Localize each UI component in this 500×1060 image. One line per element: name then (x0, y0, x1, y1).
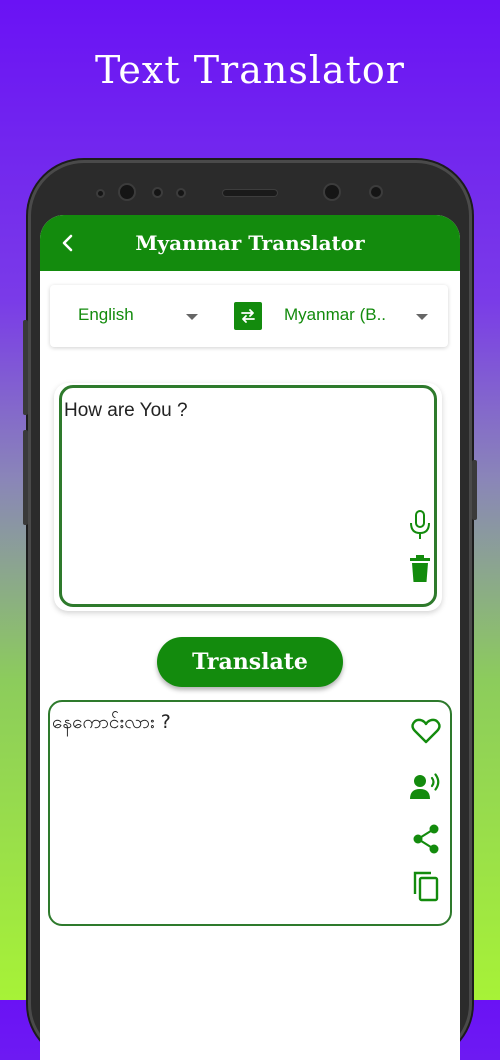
input-card: How are You ? (54, 383, 442, 611)
app-screen: Myanmar Translator English Myanmar (B.. … (40, 215, 460, 1060)
phone-front-camera (120, 185, 134, 199)
share-icon (413, 824, 439, 854)
translate-button[interactable]: Translate (157, 637, 343, 687)
output-text-area: နေကောင်းလား ? (48, 700, 452, 926)
favorite-button[interactable] (410, 716, 442, 746)
phone-frame: Myanmar Translator English Myanmar (B.. … (23, 160, 477, 1060)
phone-sensor-dot (154, 189, 161, 196)
phone-side-button-left-lower (23, 430, 28, 525)
copy-icon (413, 871, 439, 902)
target-language-select[interactable]: Myanmar (B.. (284, 305, 386, 325)
swap-icon (241, 309, 255, 323)
back-button[interactable] (54, 229, 82, 257)
phone-side-button-right (472, 460, 477, 520)
output-text: နေကောင်းလား ? (52, 711, 171, 733)
source-language-select[interactable]: English (78, 305, 134, 325)
swap-languages-button[interactable] (234, 302, 262, 330)
mic-icon (410, 510, 430, 539)
heart-icon (411, 718, 441, 744)
app-title: Myanmar Translator (135, 231, 365, 255)
copy-button[interactable] (410, 868, 442, 904)
source-dropdown-caret-icon[interactable] (186, 314, 198, 320)
speaker-voice-icon (410, 773, 440, 799)
promo-title: Text Translator (95, 48, 405, 92)
clear-button[interactable] (405, 553, 435, 585)
share-button[interactable] (410, 822, 442, 856)
mic-button[interactable] (405, 508, 435, 542)
language-selector-card: English Myanmar (B.. (50, 285, 448, 347)
back-arrow-icon (62, 234, 73, 252)
trash-icon (410, 555, 430, 582)
input-text-area[interactable]: How are You ? (59, 385, 437, 607)
input-text[interactable]: How are You ? (64, 400, 188, 422)
phone-sensor-dot (371, 187, 381, 197)
target-dropdown-caret-icon[interactable] (416, 314, 428, 320)
phone-sensor-dot (178, 190, 184, 196)
phone-front-camera (325, 185, 339, 199)
app-bar: Myanmar Translator (40, 215, 460, 271)
phone-sensor-dot (98, 191, 103, 196)
phone-side-button-left (23, 320, 28, 415)
speak-button[interactable] (410, 770, 442, 802)
phone-earpiece (223, 190, 277, 196)
